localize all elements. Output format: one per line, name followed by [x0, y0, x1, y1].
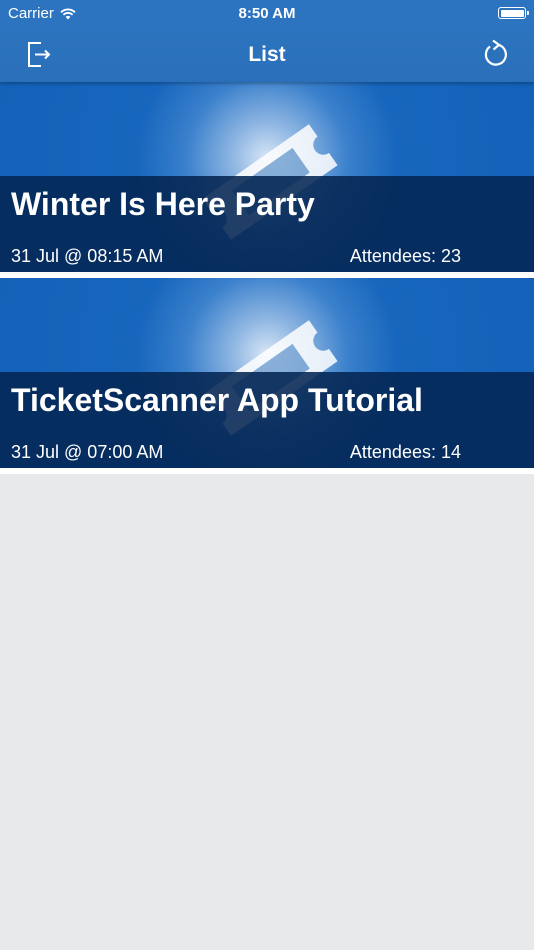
event-card[interactable]: TicketScanner App Tutorial 31 Jul @ 07:0…	[0, 278, 534, 474]
refresh-icon	[484, 39, 507, 66]
event-list: Winter Is Here Party 31 Jul @ 08:15 AM A…	[0, 82, 534, 474]
clock: 8:50 AM	[238, 5, 296, 22]
event-date: 31 Jul @ 07:00 AM	[11, 442, 164, 462]
event-title: Winter Is Here Party	[11, 186, 315, 222]
page-title: List	[248, 43, 286, 66]
event-attendees: Attendees: 14	[349, 442, 461, 462]
event-title: TicketScanner App Tutorial	[11, 382, 423, 418]
event-attendees: Attendees: 23	[349, 246, 461, 266]
battery-icon	[498, 7, 529, 19]
refresh-button[interactable]	[480, 39, 510, 69]
navigation-bar: List	[0, 28, 534, 82]
event-date: 31 Jul @ 08:15 AM	[11, 246, 164, 266]
event-card[interactable]: Winter Is Here Party 31 Jul @ 08:15 AM A…	[0, 82, 534, 278]
status-bar: Carrier 8:50 AM	[0, 0, 534, 28]
